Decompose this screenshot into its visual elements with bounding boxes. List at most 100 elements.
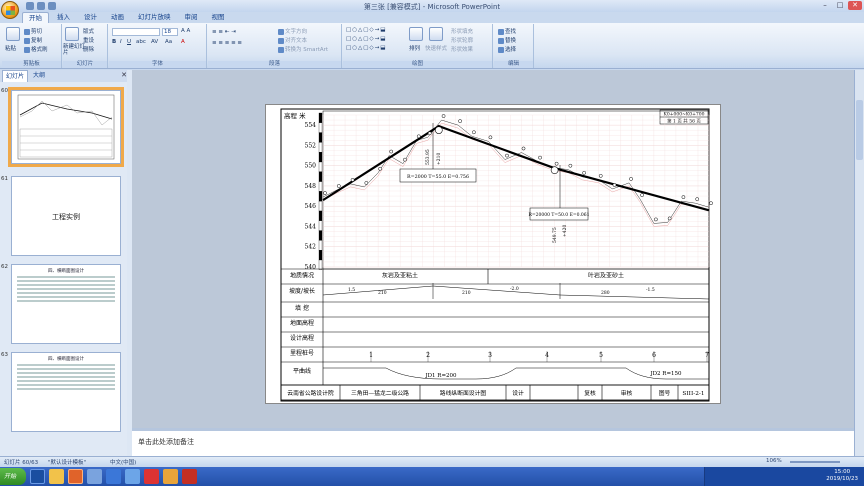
font-grow-icon[interactable]: A A [181, 28, 190, 34]
delete-button[interactable]: 删除 [83, 45, 94, 53]
reset-button[interactable]: 重设 [83, 36, 94, 44]
italic-button[interactable]: I [120, 39, 122, 45]
pvi-marker [435, 126, 443, 134]
tab-review[interactable]: 审阅 [179, 12, 204, 23]
title-block-field: 图号 [659, 389, 671, 397]
ground-point [612, 183, 617, 187]
quick-styles-icon[interactable] [429, 27, 443, 41]
scissors-icon [24, 28, 30, 35]
paste-button[interactable]: 粘贴 [5, 44, 16, 52]
office-logo-icon [6, 6, 15, 15]
curve-jd2: JD2 R=150 [649, 371, 682, 377]
bold-button[interactable]: B [112, 39, 116, 45]
align-icon[interactable]: ≡ ≡ ≡ ≡ ≡ [212, 40, 242, 46]
close-icon[interactable]: ✕ [848, 1, 862, 10]
format-painter-button[interactable]: 格式刷 [24, 45, 48, 53]
powerpoint-icon[interactable] [68, 469, 83, 484]
pdf-icon[interactable] [182, 469, 197, 484]
taskbar-app-icon[interactable] [144, 469, 159, 484]
maximize-icon[interactable]: □ [833, 1, 847, 10]
y-tick-label: 548 [305, 183, 317, 190]
slide-thumbnail[interactable]: 四、横断面图设计 [11, 264, 121, 344]
arrange-icon[interactable] [409, 27, 423, 41]
tab-view[interactable]: 视图 [206, 12, 231, 23]
office-button[interactable] [1, 1, 19, 19]
tab-slideshow[interactable]: 幻灯片放映 [132, 12, 177, 23]
ribbon: 粘贴 剪切 复制 格式刷 剪贴板 新建幻灯片 版式 重设 删除 幻灯片 18 A… [0, 23, 864, 69]
taskbar-app-icon[interactable] [87, 469, 102, 484]
taskbar-app-icon[interactable] [30, 469, 45, 484]
shape-effects-button[interactable]: 形状效果 [451, 45, 473, 53]
tab-slides[interactable]: 幻灯片 [2, 70, 29, 82]
select-button[interactable]: 选择 [498, 45, 516, 53]
bullets-icon[interactable]: ≡ ≡ ⇤ ⇥ [212, 29, 236, 35]
scale-bar-segment [318, 132, 323, 143]
scroll-thumb[interactable] [856, 100, 863, 160]
layout-button[interactable]: 版式 [83, 27, 94, 35]
zoom-slider[interactable] [790, 461, 840, 463]
zoom-level[interactable]: 106% [766, 458, 782, 464]
slide-thumb-row[interactable]: 60 [0, 86, 126, 168]
ground-point [582, 170, 587, 175]
notes-placeholder[interactable]: 单击此处添加备注 [138, 437, 194, 447]
smartart-button[interactable]: 转换为 SmartArt [278, 45, 328, 53]
taskbar-app-icon[interactable] [163, 469, 178, 484]
char-spacing-button[interactable]: AV [151, 39, 158, 45]
new-slide-button[interactable]: 新建幻灯片 [63, 44, 85, 56]
font-color-button[interactable]: A [181, 39, 185, 45]
copy-button[interactable]: 复制 [24, 36, 42, 44]
tab-home[interactable]: 开始 [22, 12, 49, 23]
clock[interactable]: 15:00 2019/10/23 [826, 469, 858, 483]
slide-thumbnail[interactable]: 工程实例 [11, 176, 121, 256]
taskbar-app-icon[interactable] [125, 469, 140, 484]
notes-pane[interactable]: 单击此处添加备注 [132, 428, 854, 456]
shapes-gallery-row2[interactable]: □○△▢◇→⬓ [346, 36, 386, 42]
tab-outline[interactable]: 大纲 [30, 70, 48, 82]
tab-animations[interactable]: 动画 [105, 12, 130, 23]
replace-icon [498, 37, 504, 44]
ground-point [364, 181, 369, 185]
align-text-button[interactable]: 对齐文本 [278, 36, 307, 44]
change-case-button[interactable]: Aa [165, 39, 172, 45]
new-slide-icon[interactable] [65, 27, 79, 41]
curve-offset-1: +210 [436, 153, 442, 165]
chart-grid [322, 114, 710, 268]
underline-button[interactable]: U [127, 39, 131, 45]
slide-thumbnail[interactable]: 四、横断面图设计 [11, 352, 121, 432]
ground-point [505, 153, 509, 158]
shape-outline-button[interactable]: 形状轮廓 [451, 36, 473, 44]
font-size-select[interactable]: 18 [162, 28, 178, 36]
curve-jd1: JD1 R=200 [424, 373, 457, 379]
tab-design[interactable]: 设计 [78, 12, 103, 23]
slide-thumbnail-current[interactable] [8, 87, 124, 167]
slide-thumb-row[interactable]: 61 工程实例 [0, 174, 126, 260]
y-tick-label: 546 [305, 203, 317, 210]
slide-canvas[interactable]: K0+000~K0+700 第 1 页 共 56 页 高程 米 554 552 55… [265, 104, 721, 404]
folder-icon[interactable] [49, 469, 64, 484]
minimize-icon[interactable]: – [818, 1, 832, 10]
status-slide-index: 幻灯片 60/63 [4, 460, 39, 466]
paste-icon[interactable] [6, 27, 20, 41]
shapes-gallery-row3[interactable]: □○△▢◇→⬓ [346, 45, 386, 51]
quick-styles-button[interactable]: 快速样式 [425, 44, 447, 52]
editor-scrollbar[interactable] [854, 70, 864, 456]
shape-fill-button[interactable]: 形状填充 [451, 27, 473, 35]
tab-insert[interactable]: 插入 [51, 12, 76, 23]
strikethrough-button[interactable]: abc [136, 39, 146, 45]
station-4: 4 [545, 352, 549, 359]
word-icon[interactable] [106, 469, 121, 484]
slide-thumb-row[interactable]: 63 四、横断面图设计 [0, 350, 126, 436]
text-direction-button[interactable]: 文字方向 [278, 27, 307, 35]
font-family-select[interactable] [112, 28, 160, 36]
find-button[interactable]: 查找 [498, 27, 516, 35]
status-language[interactable]: 中文(中国) [110, 458, 136, 466]
start-button[interactable]: 开始 [0, 468, 26, 485]
ground-point [389, 149, 394, 154]
cut-button[interactable]: 剪切 [24, 27, 42, 35]
replace-button[interactable]: 替换 [498, 36, 516, 44]
geology-1: 灰岩及亚粘土 [382, 272, 418, 280]
shapes-gallery[interactable]: □○△▢◇→⬓ [346, 27, 386, 33]
slide-thumbnail-text: 四、横断面图设计 [12, 353, 120, 396]
arrange-button[interactable]: 排列 [409, 44, 420, 52]
slide-thumb-row[interactable]: 62 四、横断面图设计 [0, 262, 126, 348]
